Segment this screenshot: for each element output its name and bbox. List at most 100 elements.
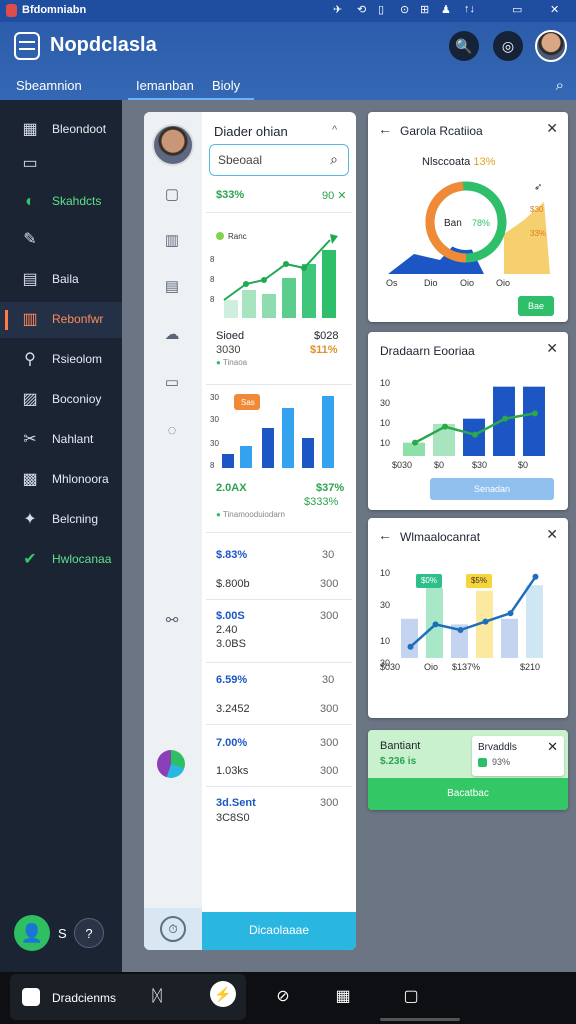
bar <box>322 250 336 318</box>
card-combo: ← Wlmaalocanrat ✕ 10 30 10 30 $0% $5% $0… <box>368 518 568 718</box>
list-item-value: $.00S <box>216 610 245 622</box>
app-title: Nopdclasla <box>50 34 157 56</box>
sidebar-item-7[interactable]: ⚲ Rsieolom <box>0 342 122 378</box>
tab-sbeamnion[interactable]: Sbeamnion <box>16 78 82 93</box>
sidebar-item-4[interactable]: ✎ <box>0 222 122 258</box>
list-item-sub: 1.03ks <box>216 765 249 777</box>
back-arrow-icon[interactable]: ← <box>378 121 392 137</box>
timer-button[interactable]: ⏱ <box>144 908 202 950</box>
sidebar-item-label: Rsieolom <box>52 352 103 366</box>
card-action-button[interactable]: Bacatbac <box>368 778 568 810</box>
tab-iemanban[interactable]: Iemanban <box>136 78 194 93</box>
sidebar-item-5[interactable]: ▤ Baila <box>0 262 122 298</box>
status-icon-6: ♟ <box>441 4 451 16</box>
chart1-sub: 3030 <box>216 344 241 356</box>
close-icon[interactable]: ✕ <box>546 120 558 137</box>
point <box>283 261 289 267</box>
window-icon[interactable]: ▢ <box>400 986 422 1008</box>
close-icon[interactable]: ✕ <box>546 340 558 357</box>
card-bar-line: Dradaarn Eooriaa ✕ 10 30 10 10 $030 $0 $… <box>368 332 568 510</box>
card-action-button[interactable]: Bae <box>518 296 554 316</box>
y-tick: 8 <box>210 295 215 304</box>
bar <box>526 585 543 658</box>
active-app-icon[interactable]: ⚡ <box>210 981 236 1007</box>
card-title: Garola Rcatiioa <box>400 124 483 138</box>
divider <box>206 532 352 533</box>
clock-icon[interactable]: ⊘ <box>272 986 294 1008</box>
lock-icon[interactable]: ◌ <box>161 420 183 442</box>
help-button[interactable]: ? <box>74 918 104 948</box>
chart1-legend: ● Tinaoa <box>216 358 248 367</box>
timer-icon: ⏱ <box>160 916 186 942</box>
start-logo-icon <box>22 988 40 1006</box>
bar <box>242 290 256 318</box>
bars-icon[interactable]: ▥ <box>161 230 183 252</box>
chart2-value: 2.0AX <box>216 482 247 494</box>
document-icon: ▤ <box>22 271 38 288</box>
search-input[interactable]: Sbeoaal ⌕ <box>209 144 349 176</box>
sidebar-item-1[interactable]: ▦ Bleondoot <box>0 112 122 148</box>
chart2-change: $37% <box>316 482 345 494</box>
tab-bioly[interactable]: Bioly <box>212 78 240 93</box>
sidebar-item-11[interactable]: ✦ Belcning <box>0 502 122 538</box>
search-icon[interactable]: ⌕ <box>556 77 564 94</box>
table-icon[interactable]: ▤ <box>161 276 183 298</box>
list-item-sub: $.800b <box>216 578 250 590</box>
chevron-up-icon[interactable]: ^ <box>332 124 337 136</box>
report-icon: ▥ <box>22 311 38 328</box>
cloud-icon[interactable]: ☁ <box>161 324 183 346</box>
avatar[interactable] <box>535 30 567 62</box>
divider <box>206 662 352 663</box>
back-arrow-icon[interactable]: ← <box>378 527 392 543</box>
sidebar-item-2[interactable]: ▭ <box>0 146 122 182</box>
search-button[interactable]: 🔍 <box>449 31 479 61</box>
primary-action-button[interactable]: Dicaolaaae <box>202 912 356 950</box>
divider <box>206 384 352 385</box>
color-wheel-icon[interactable] <box>157 750 185 778</box>
panel-icon[interactable]: ▭ <box>161 372 183 394</box>
sidebar-item-8[interactable]: ▨ Boconioy <box>0 382 122 418</box>
link-icon[interactable]: ⚯ <box>161 610 183 632</box>
avatar[interactable] <box>152 124 194 166</box>
sidebar: ▦ Bleondoot ▭ ◐ Skahdcts ✎ ▤ Baila ▥ Rebonfw… <box>0 100 122 972</box>
bar <box>401 618 418 658</box>
list-item-sub: 2.40 <box>216 624 238 636</box>
home-indicator <box>380 1018 460 1021</box>
check-icon: ✔ <box>23 551 37 568</box>
x-tick: $030 <box>380 662 401 672</box>
list-item-aux: 30 <box>322 674 335 686</box>
popup: Brvaddls ✕ 93% <box>472 736 564 776</box>
x-tick: $030 <box>392 460 413 470</box>
status-icon-3: ▯ <box>378 4 385 16</box>
search-icon[interactable]: ⌕ <box>330 151 338 168</box>
sidebar-item-12[interactable]: ✔ Hwlocanaa <box>0 542 122 578</box>
widgets-icon[interactable]: ᛞ <box>146 986 168 1008</box>
sidebar-item-6[interactable]: ▥ Rebonfwr <box>0 302 122 338</box>
y-tick: 30 <box>210 415 219 424</box>
card-action-button[interactable]: Senadan <box>430 478 554 500</box>
point <box>532 573 539 580</box>
copy-icon[interactable]: ▢ <box>161 184 183 206</box>
list-item-sub: 3.2452 <box>216 703 250 715</box>
card-subtitle: Nlsccoata 13% <box>422 156 496 168</box>
y-tick: 8 <box>210 255 215 264</box>
list-item-sub: 3.0BS <box>216 638 246 650</box>
bar <box>501 618 518 658</box>
close-icon[interactable]: ✕ <box>550 3 559 16</box>
sidebar-item-9[interactable]: ✂ Nahlant <box>0 422 122 458</box>
bar <box>523 386 545 456</box>
point <box>482 618 489 625</box>
close-icon[interactable]: ✕ <box>546 526 558 543</box>
card-title: Wlmaalocanrat <box>400 530 481 544</box>
status-title: Bfdomniabn <box>22 4 87 16</box>
sidebar-item-3[interactable]: ◐ Skahdcts <box>0 184 122 220</box>
donut-label: Ban <box>444 218 462 229</box>
bar-line-chart <box>403 386 545 456</box>
user-avatar[interactable]: 👤 <box>14 915 50 951</box>
sidebar-item-10[interactable]: ▩ Mhlonoora <box>0 462 122 498</box>
calendar-icon[interactable]: ▦ <box>332 986 354 1008</box>
x-tick: $137% <box>452 662 481 672</box>
summary-close[interactable]: 90 ✕ <box>322 189 347 202</box>
close-icon[interactable]: ✕ <box>547 739 558 755</box>
settings-button[interactable]: ◎ <box>493 31 523 61</box>
